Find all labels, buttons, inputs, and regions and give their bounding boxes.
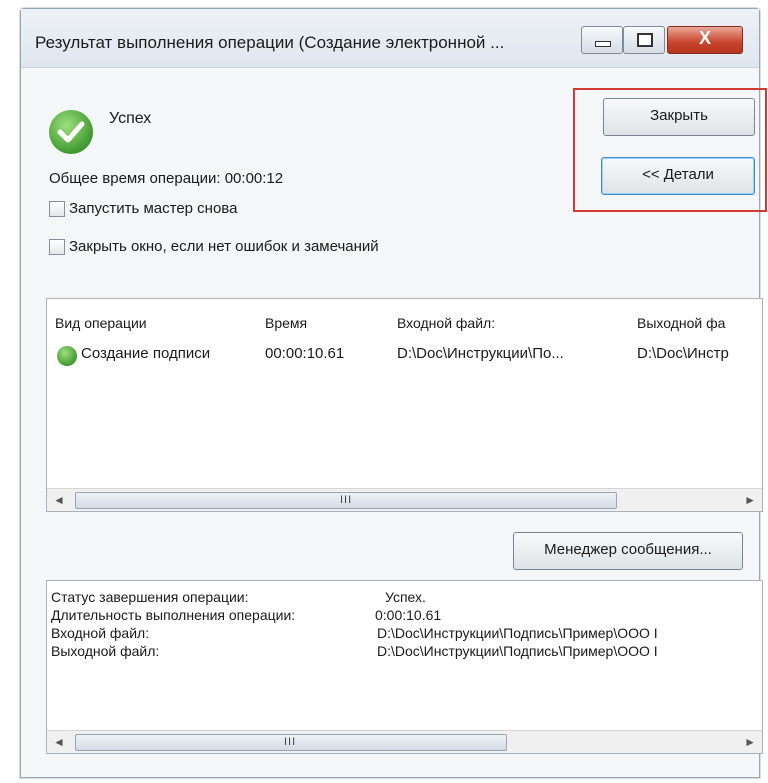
close-window-button[interactable]: X <box>667 26 743 54</box>
operation-result-window: Результат выполнения операции (Создание … <box>20 8 767 778</box>
minimize-icon <box>595 41 611 47</box>
log-label-status: Статус завершения операции: <box>51 589 249 605</box>
maximize-icon <box>637 33 653 47</box>
scroll-left-icon[interactable]: ◄ <box>53 493 65 507</box>
minimize-button[interactable] <box>581 26 623 54</box>
column-header-output[interactable]: Выходной фа <box>637 315 725 331</box>
column-header-operation[interactable]: Вид операции <box>55 315 147 331</box>
close-button[interactable]: Закрыть <box>603 98 755 136</box>
total-time-text: Общее время операции: 00:00:12 <box>49 170 284 187</box>
log-value-status: Успех. <box>385 589 426 605</box>
grip-icon: III <box>284 736 297 748</box>
row-success-icon <box>57 346 77 366</box>
message-manager-button[interactable]: Менеджер сообщения... <box>513 532 743 570</box>
grip-icon: III <box>340 494 353 506</box>
checkbox-label: Запустить мастер снова <box>69 200 238 217</box>
row-operation-type[interactable]: Создание подписи <box>81 345 210 362</box>
window-title: Результат выполнения операции (Создание … <box>35 33 505 52</box>
log-label-output: Выходной файл: <box>51 643 160 659</box>
row-input-file[interactable]: D:\Doc\Инструкции\По... <box>397 345 564 362</box>
title-bar[interactable]: Результат выполнения операции (Создание … <box>21 9 759 68</box>
column-header-input[interactable]: Входной файл: <box>397 315 495 331</box>
row-output-file[interactable]: D:\Doc\Инстр <box>637 345 729 362</box>
maximize-button[interactable] <box>623 26 665 54</box>
check-circle-icon <box>49 110 93 154</box>
operations-list[interactable]: Вид операции Время Входной файл: Выходно… <box>46 298 763 512</box>
checkbox-box[interactable] <box>49 238 65 255</box>
log-value-duration: 0:00:10.61 <box>375 607 442 623</box>
log-horizontal-scrollbar[interactable]: ◄ III ► <box>47 730 762 753</box>
checkbox-label: Закрыть окно, если нет ошибок и замечани… <box>69 238 379 255</box>
close-if-no-errors-checkbox[interactable]: Закрыть окно, если нет ошибок и замечани… <box>49 238 379 255</box>
log-value-output: D:\Doc\Инструкции\Подпись\Пример\ООО I <box>377 643 658 659</box>
scroll-thumb[interactable]: III <box>75 492 617 509</box>
details-button[interactable]: << Детали <box>601 157 755 195</box>
row-time[interactable]: 00:00:10.61 <box>265 345 344 362</box>
restart-wizard-checkbox[interactable]: Запустить мастер снова <box>49 200 237 217</box>
dialog-content: Успех Общее время операции: 00:00:12 Зап… <box>21 68 767 777</box>
scroll-left-icon[interactable]: ◄ <box>53 735 65 749</box>
scroll-right-icon[interactable]: ► <box>744 735 756 749</box>
status-label: Успех <box>109 110 152 127</box>
scroll-thumb[interactable]: III <box>75 734 507 751</box>
log-label-input: Входной файл: <box>51 625 150 641</box>
column-header-time[interactable]: Время <box>265 315 307 331</box>
checkbox-box[interactable] <box>49 200 65 217</box>
log-value-input: D:\Doc\Инструкции\Подпись\Пример\ООО I <box>377 625 658 641</box>
scroll-right-icon[interactable]: ► <box>744 493 756 507</box>
operation-details-log[interactable]: Статус завершения операции: Успех. Длите… <box>46 580 763 754</box>
log-label-duration: Длительность выполнения операции: <box>51 607 296 623</box>
close-icon: X <box>698 28 711 48</box>
operations-horizontal-scrollbar[interactable]: ◄ III ► <box>47 488 762 511</box>
